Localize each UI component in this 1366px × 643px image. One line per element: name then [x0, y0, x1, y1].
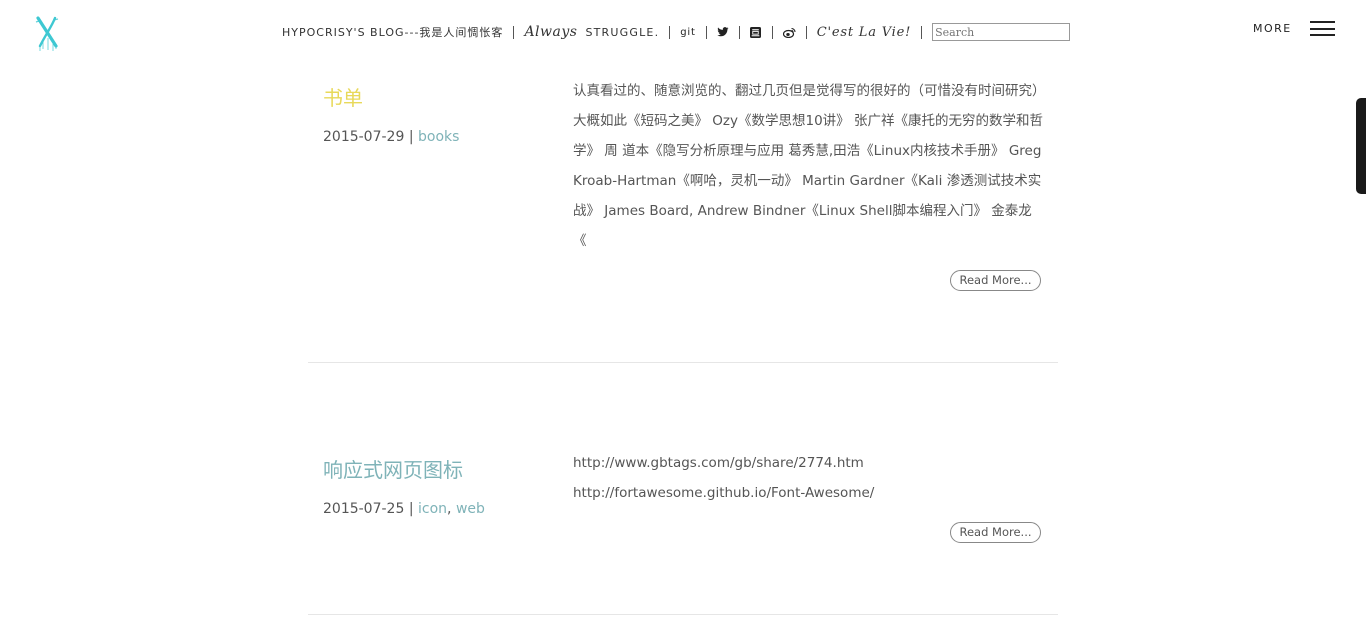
- twitter-icon[interactable]: [717, 27, 729, 37]
- douban-icon[interactable]: [750, 26, 762, 38]
- git-icon[interactable]: git: [680, 27, 695, 38]
- menu-icon[interactable]: [1310, 21, 1335, 36]
- search-input[interactable]: [932, 23, 1071, 41]
- blog-name-link[interactable]: HYPOCRISY'S BLOG---我是人间惆怅客: [282, 24, 503, 40]
- motto-italic: Always: [524, 24, 578, 40]
- nav-divider: [669, 25, 671, 39]
- post-meta: 2015-07-25 | icon, web: [323, 501, 485, 517]
- weibo-icon[interactable]: [782, 27, 796, 38]
- meta-separator: |: [404, 129, 418, 145]
- read-more-button[interactable]: Read More...: [950, 270, 1041, 291]
- tag-link[interactable]: books: [418, 129, 459, 145]
- tag-link[interactable]: icon: [418, 501, 447, 517]
- motto-caps: STRUGGLE.: [585, 25, 660, 39]
- nav-divider: [805, 25, 807, 39]
- more-label[interactable]: MORE: [1253, 22, 1292, 35]
- read-more-button[interactable]: Read More...: [950, 522, 1041, 543]
- post-date: 2015-07-25: [323, 501, 405, 517]
- top-nav: HYPOCRISY'S BLOG---我是人间惆怅客 Always STRUGG…: [282, 22, 1071, 42]
- post-excerpt: http://www.gbtags.com/gb/share/2774.htm …: [573, 448, 1043, 508]
- post-title-link[interactable]: 响应式网页图标: [323, 454, 463, 483]
- tag-separator: ,: [447, 501, 456, 517]
- nav-divider: [771, 25, 773, 39]
- cest-la-vie-link[interactable]: C'est La Vie!: [817, 25, 911, 40]
- post-meta: 2015-07-29 | books: [323, 129, 459, 145]
- tag-link[interactable]: web: [456, 501, 485, 517]
- post-title-link[interactable]: 书单: [323, 82, 363, 111]
- meta-separator: |: [404, 501, 418, 517]
- post-excerpt: 认真看过的、随意浏览的、翻过几页但是觉得写的很好的（可惜没有时间研究）大概如此《…: [573, 83, 1043, 249]
- nav-divider: [738, 25, 740, 39]
- nav-divider: [513, 25, 515, 39]
- post-divider: [308, 362, 1058, 363]
- nav-divider: [705, 25, 707, 39]
- site-logo[interactable]: [34, 16, 60, 52]
- excerpt-line: http://fortawesome.github.io/Font-Awesom…: [573, 485, 875, 501]
- excerpt-line: http://www.gbtags.com/gb/share/2774.htm: [573, 455, 864, 471]
- nav-divider: [921, 25, 923, 39]
- scrollbar-thumb[interactable]: [1356, 98, 1366, 194]
- post-divider: [308, 614, 1058, 615]
- site-header: HYPOCRISY'S BLOG---我是人间惆怅客 Always STRUGG…: [0, 0, 1366, 66]
- post-date: 2015-07-29: [323, 129, 405, 145]
